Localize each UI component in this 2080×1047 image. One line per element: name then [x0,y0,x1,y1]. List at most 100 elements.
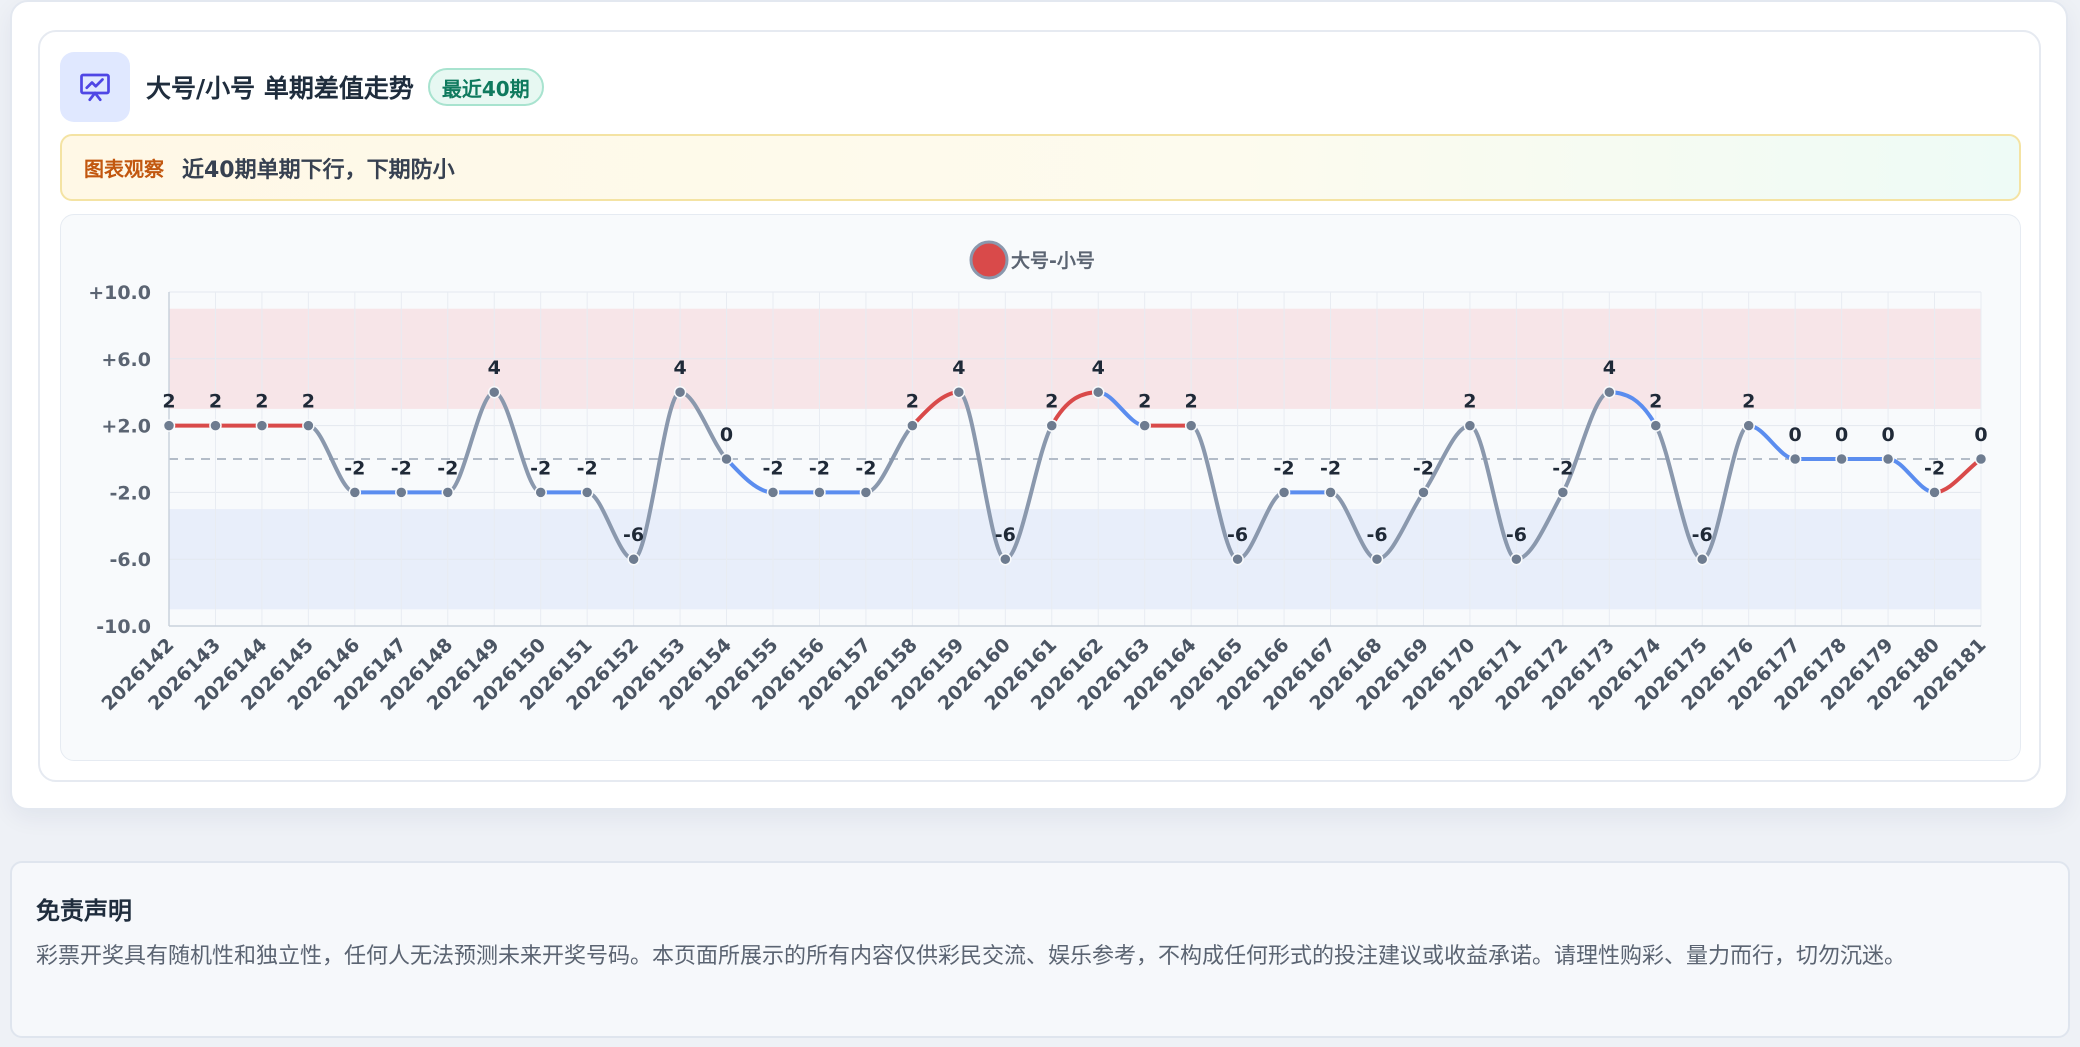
data-point [255,419,269,432]
data-label: -2 [1274,457,1295,479]
data-label: 0 [1789,424,1802,446]
chart-title: 大号/小号 单期差值走势 [146,74,414,103]
chart-header: 大号/小号 单期差值走势 最近40期 [60,52,544,122]
data-label: 2 [1045,391,1058,413]
data-point [348,486,362,499]
data-point [209,419,222,432]
data-point [534,486,547,499]
data-label: 0 [1881,424,1894,446]
data-label: 2 [302,391,315,413]
y-tick-label: -2.0 [109,482,151,504]
data-label: 0 [1974,424,1987,446]
legend-marker [969,240,1009,280]
data-point [1231,552,1244,566]
data-label: -6 [1366,524,1387,546]
data-point [1835,452,1848,466]
data-point [1603,385,1616,399]
data-label: 4 [673,357,686,379]
data-point [1510,552,1523,566]
chart-observation: 图表观察 近40期单期下行，下期防小 [60,134,2021,201]
disclaimer-title: 免责声明 [36,897,132,925]
data-point [1742,419,1755,432]
data-point [487,385,501,399]
data-point [1463,419,1477,432]
data-point [952,385,966,399]
data-label: 2 [162,391,175,413]
data-point [1556,486,1570,499]
data-label: -2 [391,457,412,479]
data-label: 2 [1463,391,1476,413]
data-point [395,486,408,499]
data-point [1649,419,1663,432]
data-label: -2 [1413,457,1434,479]
data-label: 2 [209,391,222,413]
data-label: -6 [623,524,644,546]
data-point [580,486,594,499]
data-point [859,486,873,499]
disclaimer-section: 免责声明 彩票开奖具有随机性和独立性，任何人无法预测未来开奖号码。本页面所展示的… [10,861,2070,1038]
data-point [1277,486,1291,499]
data-label: -2 [762,457,783,479]
data-label: 2 [1185,391,1198,413]
data-label: 2 [255,391,268,413]
y-tick-label: -10.0 [96,616,151,638]
data-label: 0 [720,424,733,446]
data-label: -2 [1552,457,1573,479]
data-point [1184,419,1198,432]
observation-label: 图表观察 [84,157,164,181]
data-label: 0 [1835,424,1848,446]
data-label: -2 [530,457,551,479]
data-point [1881,452,1895,466]
data-label: 4 [488,357,501,379]
data-point [673,385,687,399]
data-label: -2 [1924,457,1945,479]
data-label: -2 [437,457,458,479]
data-label: -2 [809,457,830,479]
data-label: -2 [577,457,598,479]
data-label: -2 [855,457,876,479]
data-point [1695,552,1709,566]
data-label: -6 [1692,524,1713,546]
data-label: -2 [1320,457,1341,479]
data-point [720,452,733,466]
data-label: 4 [1092,357,1105,379]
data-point [1045,419,1059,432]
legend-label: 大号-小号 [1011,249,1095,272]
data-label: 2 [1742,391,1755,413]
y-tick-label: +10.0 [88,282,151,304]
data-label: 2 [1138,391,1151,413]
data-point [1417,486,1430,499]
y-tick-label: -6.0 [109,549,151,571]
data-label: -6 [1227,524,1248,546]
chart-panel: +10.0 +6.0 +2.0 -2.0 -6.0 -10.0 2 2 2 2 -2 -2 -2 4 -2 -… [60,214,2021,761]
disclaimer-text: 彩票开奖具有随机性和独立性，任何人无法预测未来开奖号码。本页面所展示的所有内容仅… [36,944,1907,969]
y-tick-label: +6.0 [101,349,151,371]
period-badge: 最近40期 [427,68,544,106]
data-point [1138,419,1151,432]
presentation-chart-icon [60,52,130,122]
data-point [1788,452,1802,466]
data-point [906,419,919,432]
difference-line-chart: +10.0 +6.0 +2.0 -2.0 -6.0 -10.0 2 2 2 2 -2 -2 -2 4 -2 -… [88,240,1991,715]
data-point [1928,486,1941,499]
data-point [1091,385,1105,399]
data-point [1324,486,1337,499]
data-point [813,486,826,499]
data-point [1370,552,1384,566]
data-point [1974,452,1988,466]
data-point [441,486,455,499]
data-point [627,552,640,566]
data-label: 4 [1603,357,1616,379]
data-label: 2 [1649,391,1662,413]
y-tick-label: +2.0 [101,416,151,438]
data-point [162,419,176,432]
data-point [999,552,1012,566]
observation-text: 近40期单期下行，下期防小 [182,157,455,183]
data-point [302,419,315,432]
data-label: 4 [952,357,965,379]
data-label: -2 [344,457,365,479]
data-point [766,486,780,499]
data-label: -6 [995,524,1016,546]
data-label: 2 [906,391,919,413]
data-label: -6 [1506,524,1527,546]
